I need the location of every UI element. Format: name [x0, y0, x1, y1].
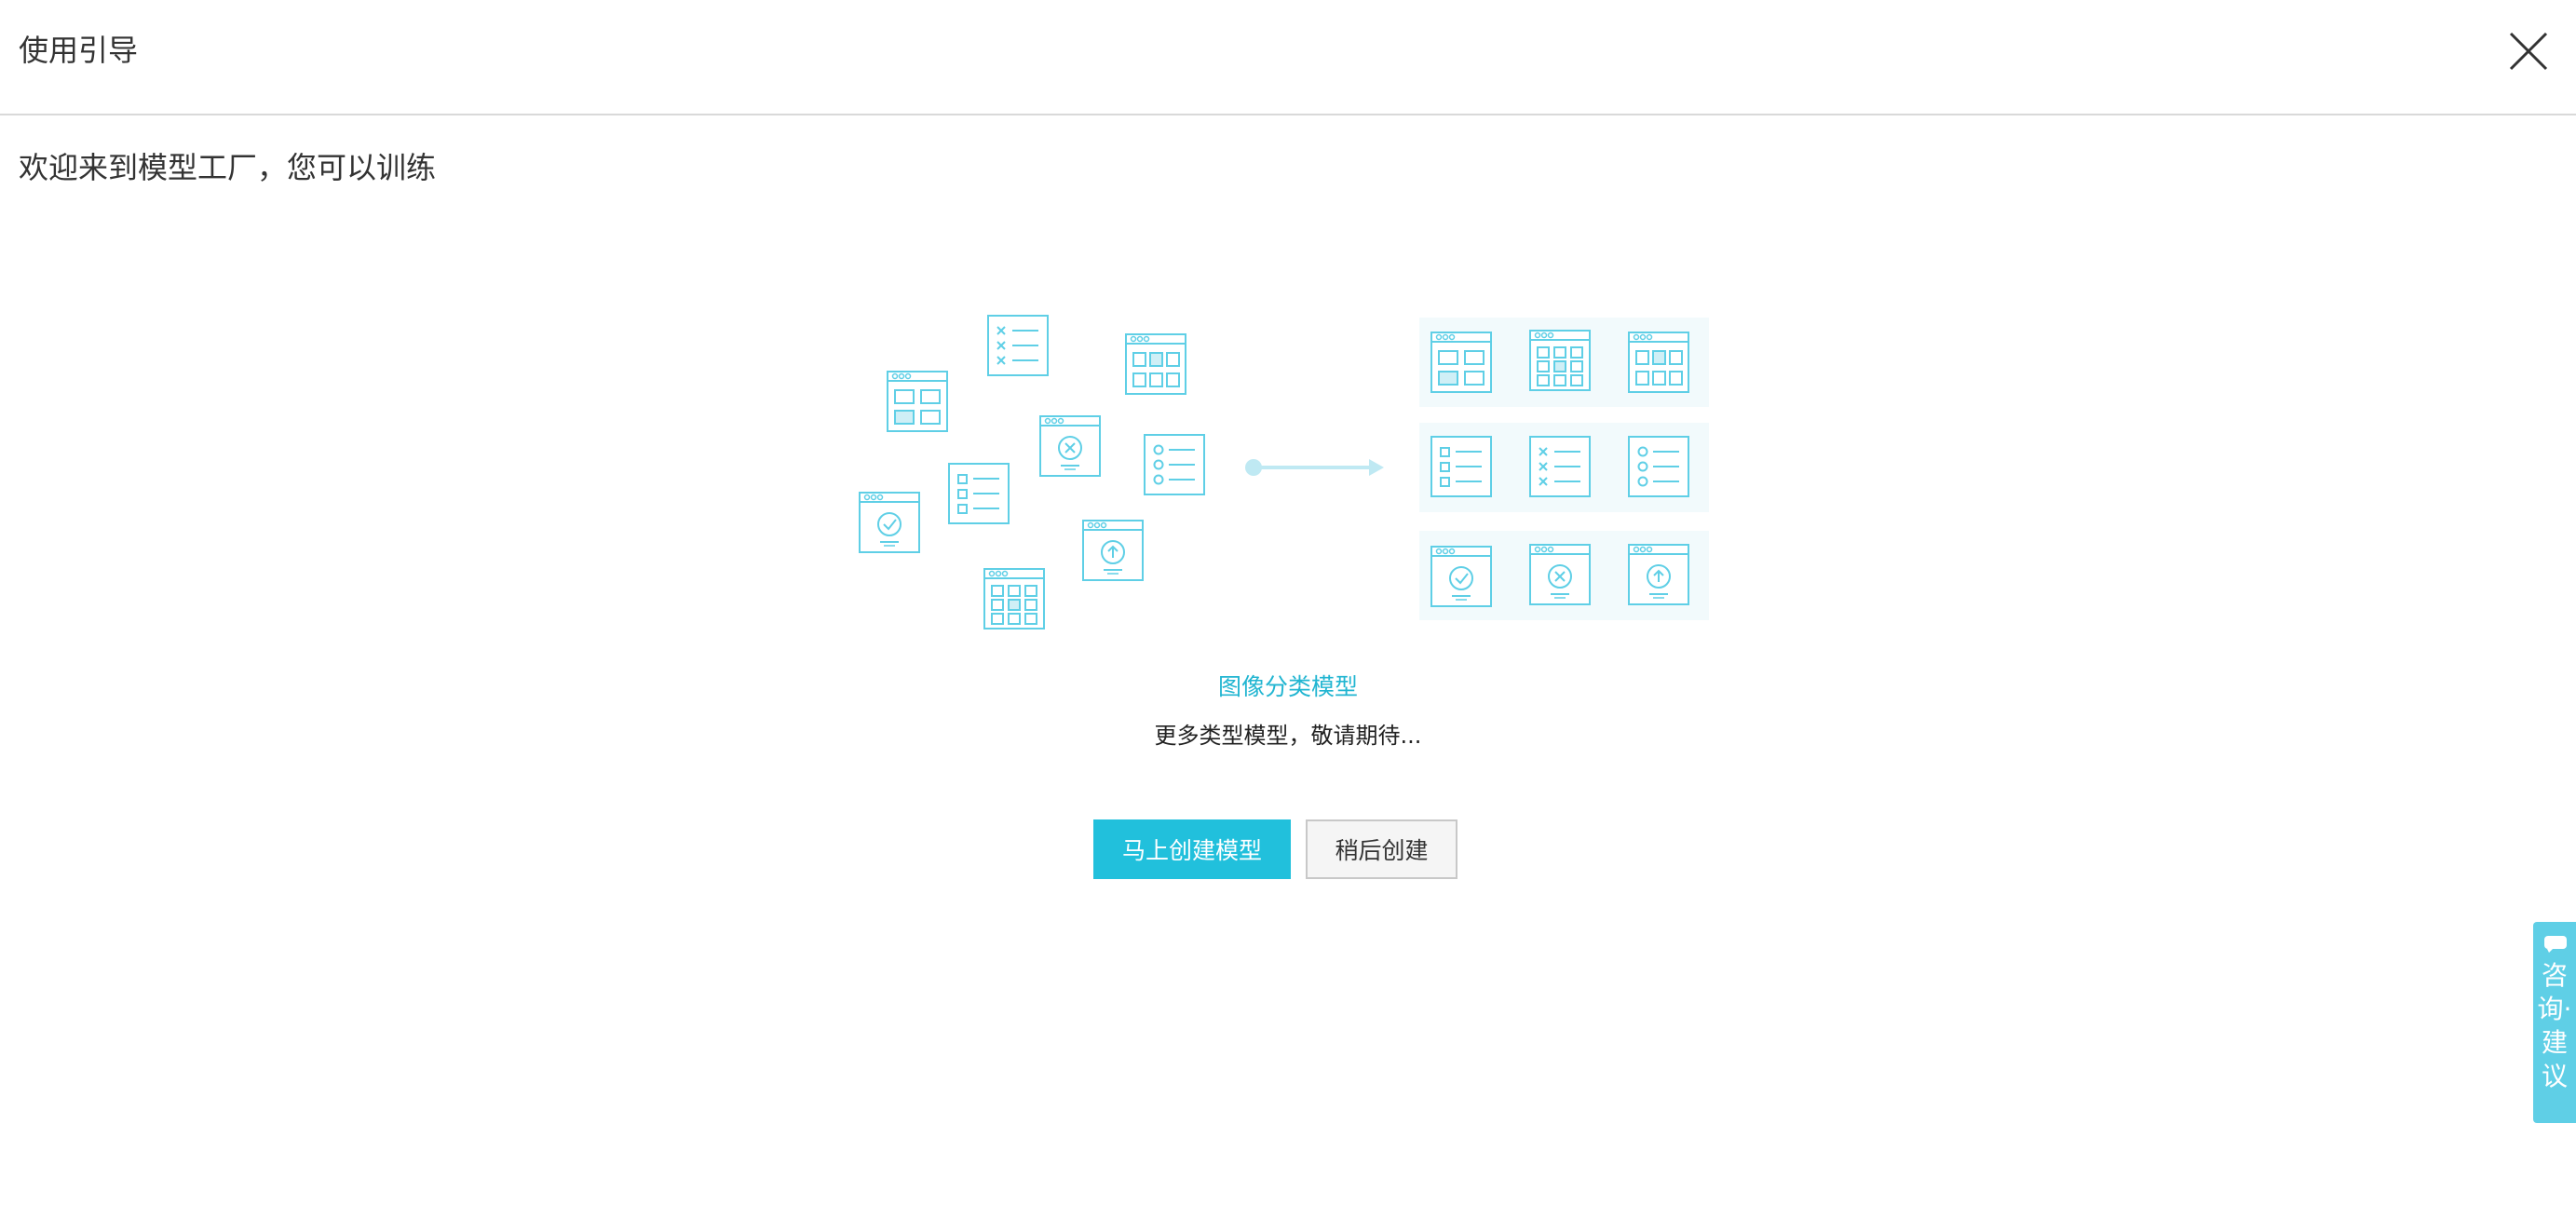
create-model-button[interactable]: 马上创建模型: [1093, 819, 1291, 879]
feedback-tab[interactable]: 咨询·建议: [2533, 922, 2576, 1123]
model-type-link[interactable]: 图像分类模型: [0, 669, 2576, 706]
dialog-header: 使用引导: [0, 0, 2576, 115]
more-models-text: 更多类型模型，敬请期待...: [1154, 723, 1422, 749]
close-icon: [2509, 32, 2548, 71]
dialog-title: 使用引导: [19, 33, 139, 68]
welcome-text: 欢迎来到模型工厂，您可以训练: [19, 150, 437, 185]
chat-icon: [2544, 936, 2567, 953]
scattered-icons: [860, 315, 1205, 629]
organized-icons: [1419, 318, 1709, 620]
feedback-label: 咨询·建议: [2537, 960, 2572, 1091]
arrow-icon: [1245, 459, 1384, 476]
create-later-button[interactable]: 稍后创建: [1306, 819, 1457, 879]
close-button[interactable]: [2505, 28, 2552, 74]
